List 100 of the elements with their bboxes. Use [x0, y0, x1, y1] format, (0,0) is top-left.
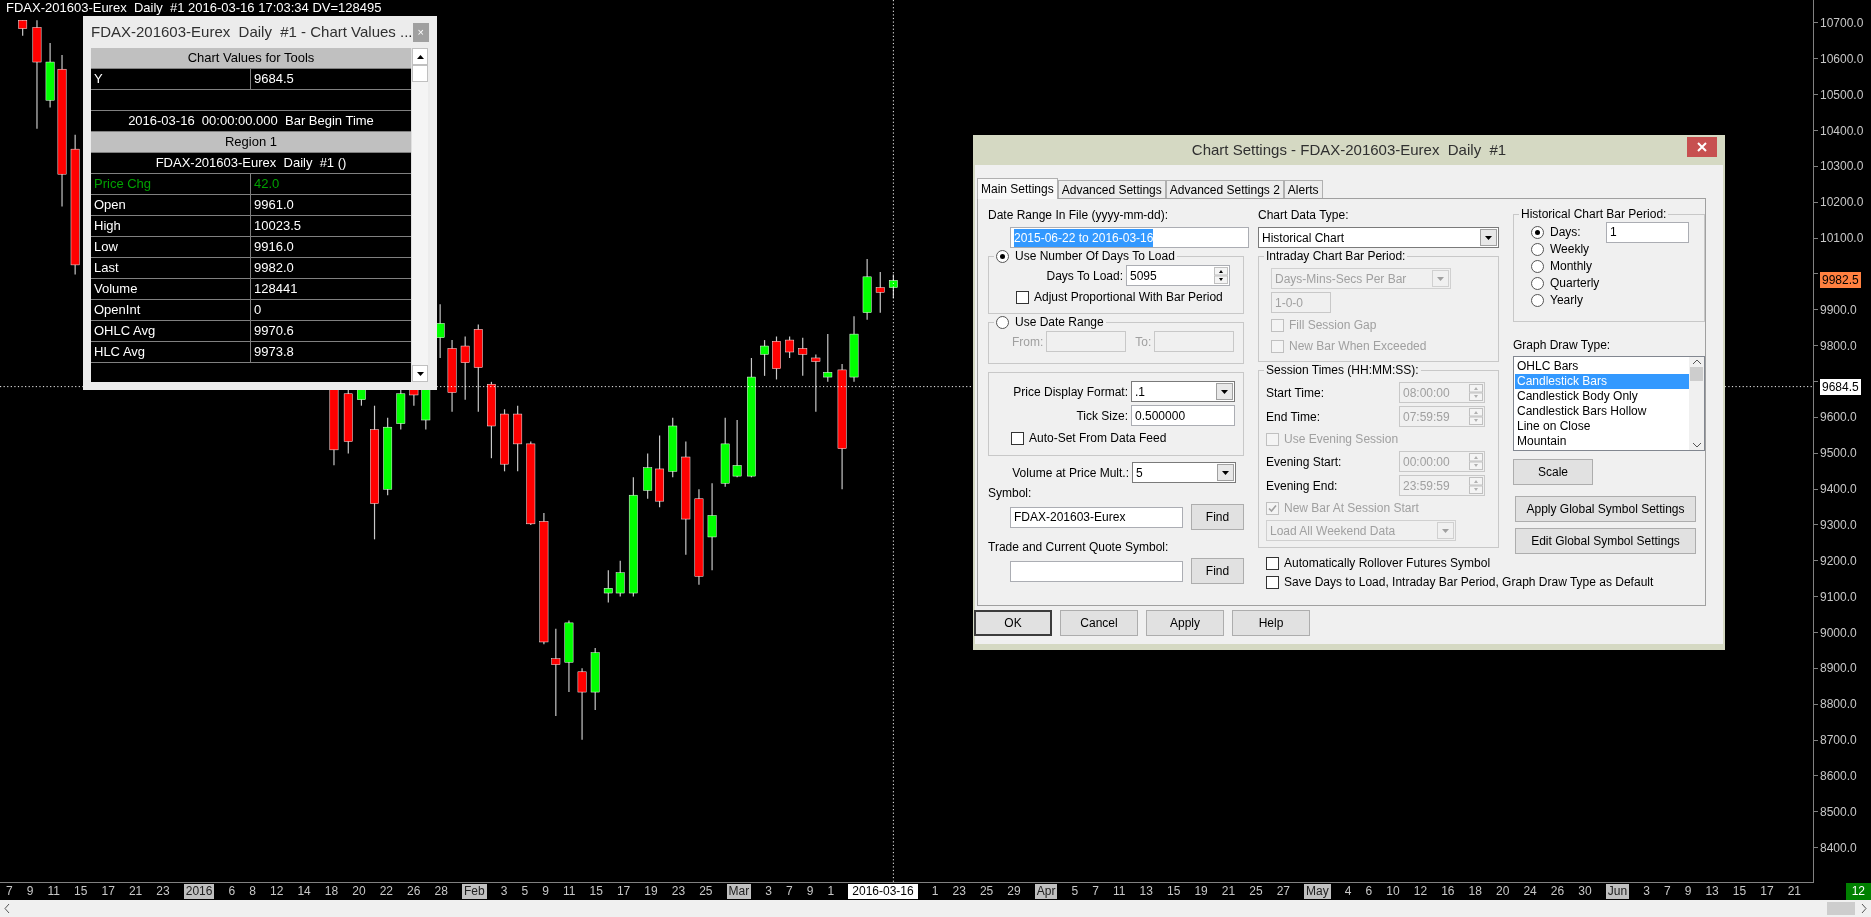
scrollbar-thumb[interactable] [1690, 367, 1703, 381]
checkbox[interactable] [1266, 575, 1279, 589]
button[interactable]: OK [974, 610, 1052, 636]
find-button[interactable]: Find [1191, 558, 1244, 584]
time-label: 19 [644, 884, 658, 899]
spin-field[interactable]: 5095 [1126, 265, 1230, 286]
candle [396, 388, 406, 431]
caret-icon [1437, 276, 1444, 281]
time-label: 23 [156, 884, 170, 899]
checkbox[interactable] [1011, 431, 1024, 445]
down-chevron-icon[interactable] [1692, 443, 1701, 448]
dropdown[interactable]: 5 [1132, 462, 1236, 483]
button[interactable]: Edit Global Symbol Settings [1515, 528, 1696, 554]
list-item[interactable]: Candlestick Bars Hollow [1515, 404, 1689, 419]
checkbox[interactable] [1016, 290, 1029, 304]
scrollbar-thumb[interactable] [412, 65, 428, 82]
time-label: 4 [1344, 884, 1352, 899]
table-header: Chart Values for Tools [91, 48, 411, 69]
scrollbar-thumb[interactable] [1827, 902, 1855, 915]
close-button[interactable] [1687, 137, 1717, 157]
table-cell-text: 9684.5 [253, 70, 295, 89]
scrollbar[interactable] [1689, 357, 1704, 450]
time-label: 3 [1643, 884, 1650, 899]
time-label: 28 [434, 884, 448, 899]
table-cell: Price Chg [91, 174, 251, 194]
radio-button[interactable] [996, 249, 1009, 263]
checkbox-label: Fill Session Gap [1289, 317, 1377, 334]
price-label: 10200.0 [1820, 194, 1864, 212]
list-item[interactable]: Line on Close [1515, 419, 1689, 434]
radio-label: Use Number Of Days To Load [1015, 248, 1175, 265]
window-title: Chart Settings - FDAX-201603-Eurex Daily #1 [1191, 139, 1507, 160]
button[interactable]: Help [1232, 610, 1310, 636]
field-label: Tick Size: [1076, 407, 1128, 425]
horizontal-scrollbar[interactable] [0, 900, 1871, 917]
tab[interactable]: Advanced Settings 2 [1165, 180, 1284, 198]
time-label: 9 [542, 884, 549, 899]
time-label: 21 [1221, 884, 1236, 899]
radio-button[interactable] [1531, 293, 1544, 307]
time-label: 1 [931, 884, 939, 899]
text-field[interactable] [1010, 560, 1183, 582]
time-label: 2016 [183, 884, 215, 899]
down-arrow-icon[interactable] [416, 371, 424, 376]
radio-button[interactable] [1531, 242, 1544, 256]
time-label: 12 [270, 884, 284, 899]
price-label: 9200.0 [1820, 552, 1857, 570]
time-label: 21 [128, 884, 143, 899]
time-label: Jun [1605, 884, 1630, 899]
candle [785, 335, 794, 359]
candle [615, 560, 625, 598]
candle [760, 339, 769, 377]
tab[interactable]: Main Settings [977, 178, 1058, 199]
tab[interactable]: Advanced Settings [1057, 180, 1166, 198]
button[interactable]: Cancel [1060, 610, 1138, 636]
checkbox[interactable] [1266, 556, 1279, 570]
time-label: 25 [979, 884, 994, 899]
scrollbar[interactable] [411, 48, 428, 382]
group-label: Historical Chart Bar Period: [1521, 206, 1667, 223]
up-arrow-icon[interactable] [416, 54, 424, 59]
left-chevron-icon[interactable] [4, 904, 10, 913]
candle [603, 569, 613, 604]
dropdown[interactable]: Historical Chart [1258, 227, 1499, 248]
scale-button[interactable]: Scale [1513, 459, 1593, 485]
checkbox-label: New Bar At Session Start [1284, 500, 1419, 517]
right-chevron-icon[interactable] [1861, 904, 1867, 913]
time-label: 15 [74, 884, 88, 899]
time-label: 30 [1578, 884, 1592, 899]
field-label: Chart Data Type: [1258, 207, 1350, 224]
time-label: 29 [1007, 884, 1021, 899]
tab[interactable]: Alerts [1283, 180, 1323, 198]
list-item[interactable]: Mountain [1515, 434, 1689, 449]
time-label: 15 [1167, 884, 1181, 899]
time-label: 5 [1071, 884, 1079, 899]
candle [849, 315, 859, 383]
list-item[interactable]: Candlestick Body Only [1515, 389, 1689, 404]
radio-button[interactable] [1531, 225, 1544, 239]
time-label: 5 [521, 884, 529, 899]
button[interactable]: Apply Global Symbol Settings [1515, 496, 1696, 522]
time-label: 1 [827, 884, 835, 899]
candle [18, 19, 28, 37]
text-field[interactable]: FDAX-201603-Eurex [1010, 506, 1183, 528]
time-label: 27 [1276, 884, 1291, 899]
time-label: 18 [324, 884, 339, 899]
table-cell-text: 9961.0 [253, 196, 295, 215]
up-chevron-icon[interactable] [1692, 359, 1701, 364]
radio-button[interactable] [1531, 259, 1544, 273]
price-label: 8500.0 [1820, 803, 1857, 821]
button[interactable]: Apply [1146, 610, 1224, 636]
field-label: Days To Load: [1046, 267, 1123, 285]
text-field[interactable]: 0.500000 [1131, 405, 1235, 426]
list-item[interactable]: OHLC Bars [1515, 359, 1689, 374]
time-label: Mar [726, 884, 752, 899]
price-tag: 9982.5 [1820, 271, 1861, 288]
checkbox-label: Save Days to Load, Intraday Bar Period, Graph Draw Type as Default [1284, 574, 1654, 591]
radio-label: Use Date Range [1015, 314, 1104, 331]
spin-arrows-icon [1469, 453, 1483, 470]
candle [460, 335, 470, 401]
text-field[interactable]: 1 [1606, 221, 1689, 243]
find-button[interactable]: Find [1191, 504, 1244, 530]
dropdown[interactable]: .1 [1131, 381, 1235, 402]
radio-button[interactable] [1531, 276, 1544, 290]
